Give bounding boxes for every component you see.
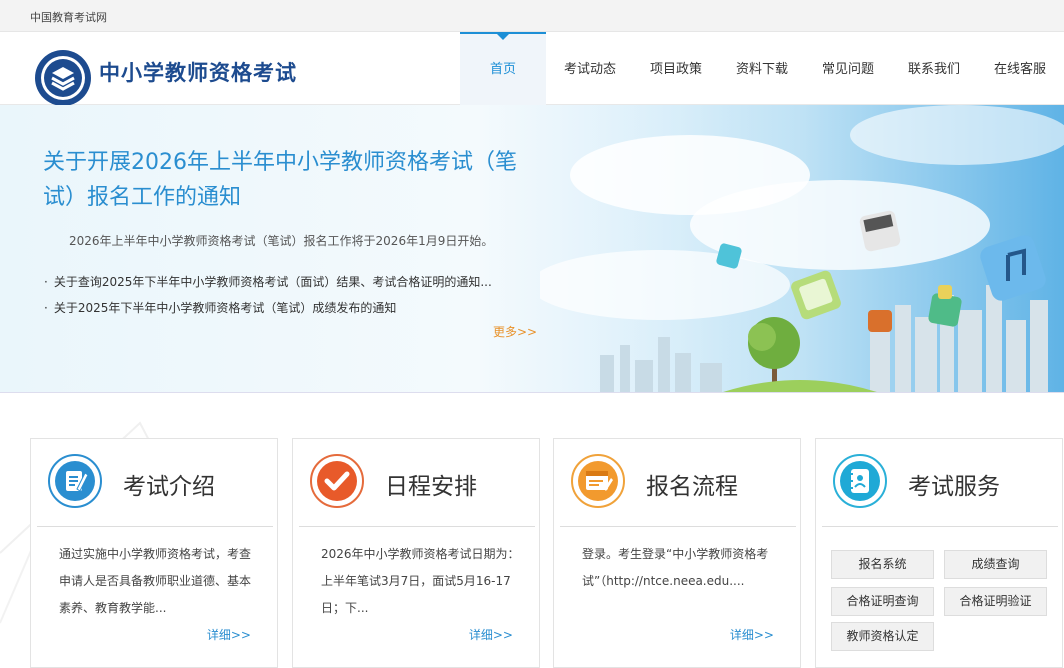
site-link[interactable]: 中国教育考试网 [30, 9, 107, 25]
banner-headline[interactable]: 关于开展2026年上半年中小学教师资格考试（笔试）报名工作的通知 [43, 145, 523, 215]
nav-home[interactable]: 首页 [460, 32, 546, 105]
card-registration-process: 报名流程 登录。考生登录“中小学教师资格考试”（http://ntce.neea… [553, 438, 801, 668]
card-description: 登录。考生登录“中小学教师资格考试”（http://ntce.neea.edu.… [582, 547, 769, 588]
service-button-qualification[interactable]: 教师资格认定 [831, 622, 934, 651]
card-title[interactable]: 日程安排 [385, 467, 477, 501]
form-icon [571, 454, 625, 508]
card-exam-services: 考试服务 报名系统 成绩查询 合格证明查询 合格证明验证 教师资格认定 [815, 438, 1063, 668]
card-title[interactable]: 报名流程 [646, 467, 738, 501]
hero-banner: 关于开展2026年上半年中小学教师资格考试（笔试）报名工作的通知 2026年上半… [0, 105, 1064, 393]
site-header: 中小学教师资格考试 首页 考试动态 项目政策 资料下载 常见问题 联系我们 在线… [0, 32, 1064, 107]
card-schedule: 日程安排 2026年中小学教师资格考试日期为：上半年笔试3月7日，面试5月16-… [292, 438, 540, 668]
card-header: 日程安排 [299, 439, 535, 527]
logo-emblem-icon[interactable] [34, 49, 92, 107]
nav-contact[interactable]: 联系我们 [900, 32, 968, 105]
contact-book-icon [833, 454, 887, 508]
top-strip: 中国教育考试网 [0, 0, 1064, 32]
service-button-certificate-query[interactable]: 合格证明查询 [831, 587, 934, 616]
news-list: 关于查询2025年下半年中小学教师资格考试（面试）结果、考试合格证明的通知...… [44, 269, 524, 321]
card-header: 报名流程 [560, 439, 796, 527]
news-item[interactable]: 关于查询2025年下半年中小学教师资格考试（面试）结果、考试合格证明的通知... [44, 269, 524, 295]
card-description: 2026年中小学教师资格考试日期为：上半年笔试3月7日，面试5月16-17日；下… [321, 547, 520, 615]
banner-illustration [540, 105, 1064, 392]
nav-policy[interactable]: 项目政策 [642, 32, 710, 105]
card-title[interactable]: 考试介绍 [123, 467, 215, 501]
card-description: 通过实施中小学教师资格考试，考查申请人是否具备教师职业道德、基本素养、教育教学能… [59, 547, 252, 615]
service-button-score-query[interactable]: 成绩查询 [944, 550, 1047, 579]
nav-online-service[interactable]: 在线客服 [986, 32, 1054, 105]
details-link[interactable]: 详细>> [730, 626, 774, 643]
nav-downloads[interactable]: 资料下载 [728, 32, 796, 105]
card-exam-intro: 考试介绍 通过实施中小学教师资格考试，考查申请人是否具备教师职业道德、基本素养、… [30, 438, 278, 668]
card-title[interactable]: 考试服务 [908, 467, 1000, 501]
banner-summary: 2026年上半年中小学教师资格考试（笔试）报名工作将于2026年1月9日开始。 [69, 234, 494, 248]
news-item[interactable]: 关于2025年下半年中小学教师资格考试（笔试）成绩发布的通知 [44, 295, 524, 321]
nav-faq[interactable]: 常见问题 [814, 32, 882, 105]
details-link[interactable]: 详细>> [207, 626, 251, 643]
document-edit-icon [48, 454, 102, 508]
more-link[interactable]: 更多>> [493, 323, 537, 340]
service-button-certificate-verify[interactable]: 合格证明验证 [944, 587, 1047, 616]
service-button-registration[interactable]: 报名系统 [831, 550, 934, 579]
nav-exam-news[interactable]: 考试动态 [556, 32, 624, 105]
details-link[interactable]: 详细>> [469, 626, 513, 643]
card-header: 考试介绍 [37, 439, 273, 527]
card-header: 考试服务 [822, 439, 1058, 527]
site-title[interactable]: 中小学教师资格考试 [99, 57, 297, 87]
checkmark-icon [310, 454, 364, 508]
